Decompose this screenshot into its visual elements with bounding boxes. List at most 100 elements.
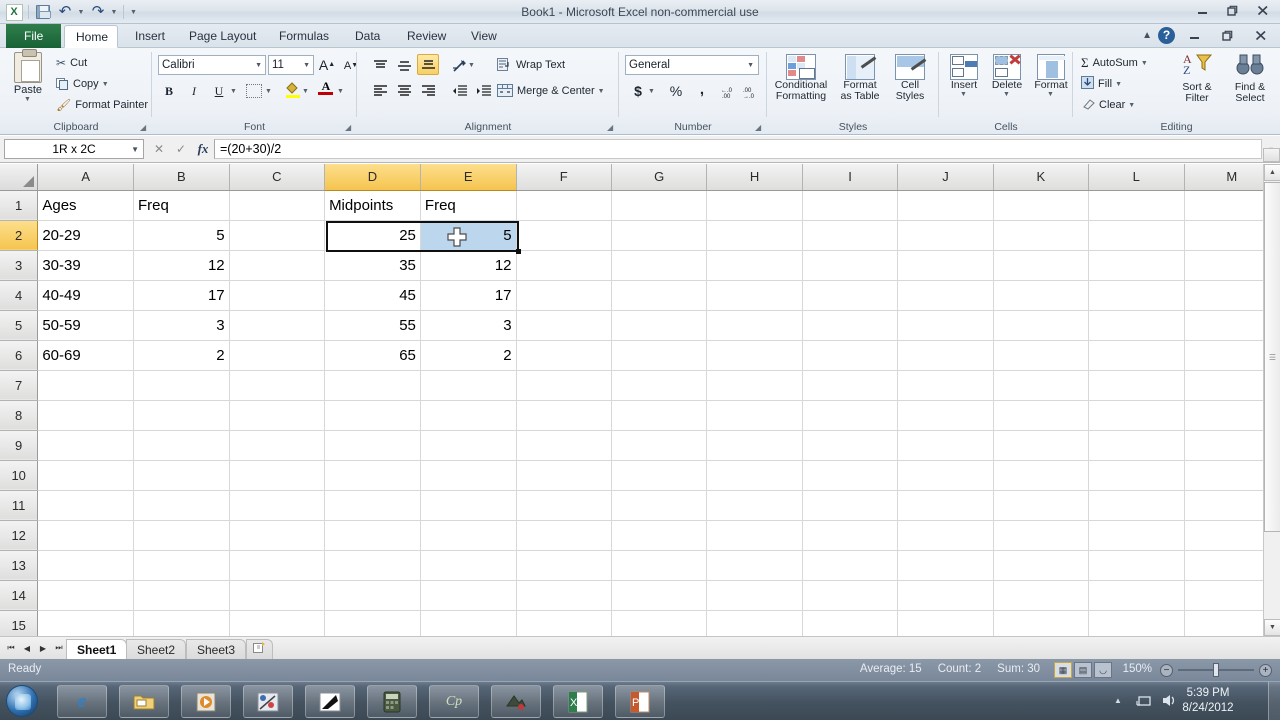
cell-D6[interactable]: 65 bbox=[324, 340, 421, 371]
tab-review[interactable]: Review bbox=[396, 25, 457, 48]
cell-D13[interactable] bbox=[324, 550, 421, 581]
merge-center-button[interactable]: Merge & Center ▼ bbox=[497, 81, 605, 101]
decrease-decimal-icon[interactable]: .00 →.0 bbox=[741, 81, 763, 102]
cell-C5[interactable] bbox=[229, 310, 326, 341]
cell-H14[interactable] bbox=[706, 580, 803, 611]
italic-button[interactable]: I bbox=[183, 81, 205, 102]
select-all-corner[interactable] bbox=[0, 164, 39, 191]
cell-C1[interactable] bbox=[229, 190, 326, 221]
cell-F11[interactable] bbox=[516, 490, 612, 521]
cell-K12[interactable] bbox=[993, 520, 1090, 551]
decrease-indent-icon[interactable] bbox=[449, 80, 471, 101]
taskbar-item-windows-explorer[interactable] bbox=[119, 685, 169, 718]
cell-K1[interactable] bbox=[993, 190, 1090, 221]
align-center-icon[interactable] bbox=[393, 80, 415, 101]
increase-decimal-icon[interactable]: ←.0.00 bbox=[719, 81, 741, 102]
sheet-tab-sheet1[interactable]: Sheet1 bbox=[66, 639, 128, 660]
cell-B4[interactable]: 17 bbox=[133, 280, 230, 311]
cell-F15[interactable] bbox=[516, 610, 612, 636]
insert-function-icon[interactable]: fx bbox=[192, 139, 214, 159]
currency-dropdown-icon[interactable]: ▼ bbox=[648, 88, 655, 95]
cell-H15[interactable] bbox=[706, 610, 803, 636]
clear-dropdown-icon[interactable]: ▼ bbox=[1128, 102, 1135, 109]
cell-D2[interactable]: 25 bbox=[324, 220, 421, 251]
fill-button[interactable]: Fill ▼ bbox=[1081, 74, 1122, 94]
cell-J7[interactable] bbox=[897, 370, 994, 401]
cell-K7[interactable] bbox=[993, 370, 1090, 401]
column-header-L[interactable]: L bbox=[1088, 164, 1185, 191]
cell-H4[interactable] bbox=[706, 280, 803, 311]
cell-K6[interactable] bbox=[993, 340, 1090, 371]
nav-first-sheet-icon[interactable]: ⏮ bbox=[4, 640, 18, 656]
cell-G11[interactable] bbox=[611, 490, 708, 521]
collapse-ribbon-icon[interactable]: ▲ bbox=[1142, 30, 1152, 41]
show-hidden-icons-icon[interactable]: ▲ bbox=[1114, 696, 1122, 705]
enter-icon[interactable]: ✓ bbox=[170, 139, 192, 159]
cell-E7[interactable] bbox=[420, 370, 517, 401]
cell-A14[interactable] bbox=[37, 580, 135, 611]
cell-G10[interactable] bbox=[611, 460, 708, 491]
number-format-dropdown-icon[interactable]: ▼ bbox=[747, 62, 754, 69]
format-cells-button[interactable]: Format ▼ bbox=[1029, 52, 1073, 98]
row-header-1[interactable]: 1 bbox=[0, 190, 39, 221]
cell-G13[interactable] bbox=[611, 550, 708, 581]
cell-B5[interactable]: 3 bbox=[133, 310, 230, 341]
cell-D14[interactable] bbox=[324, 580, 421, 611]
cell-I7[interactable] bbox=[802, 370, 899, 401]
merge-center-dropdown-icon[interactable]: ▼ bbox=[598, 88, 605, 95]
bold-button[interactable]: B bbox=[158, 81, 180, 102]
cell-B6[interactable]: 2 bbox=[133, 340, 230, 371]
cell-B7[interactable] bbox=[133, 370, 230, 401]
cell-C4[interactable] bbox=[229, 280, 326, 311]
cell-A3[interactable]: 30-39 bbox=[37, 250, 135, 281]
cell-L13[interactable] bbox=[1088, 550, 1185, 581]
align-top-icon[interactable] bbox=[369, 55, 391, 76]
cell-J8[interactable] bbox=[897, 400, 994, 431]
cell-K9[interactable] bbox=[993, 430, 1090, 461]
cell-D9[interactable] bbox=[324, 430, 421, 461]
cell-L10[interactable] bbox=[1088, 460, 1185, 491]
cell-E10[interactable] bbox=[420, 460, 517, 491]
cell-L6[interactable] bbox=[1088, 340, 1185, 371]
row-header-13[interactable]: 13 bbox=[0, 550, 39, 581]
cell-K2[interactable] bbox=[993, 220, 1090, 251]
cell-J3[interactable] bbox=[897, 250, 994, 281]
cancel-icon[interactable]: ✕ bbox=[148, 139, 170, 159]
cell-J15[interactable] bbox=[897, 610, 994, 636]
cell-C3[interactable] bbox=[229, 250, 326, 281]
paste-dropdown-icon[interactable]: ▼ bbox=[5, 96, 50, 103]
currency-button[interactable]: $ bbox=[627, 80, 649, 101]
scroll-down-button[interactable]: ▼ bbox=[1264, 619, 1280, 636]
cell-C7[interactable] bbox=[229, 370, 326, 401]
name-box[interactable]: 1R x 2C ▼ bbox=[4, 139, 144, 159]
doc-close-button[interactable] bbox=[1247, 27, 1274, 44]
cell-I11[interactable] bbox=[802, 490, 899, 521]
row-header-3[interactable]: 3 bbox=[0, 250, 39, 281]
cell-D12[interactable] bbox=[324, 520, 421, 551]
format-painter-button[interactable]: 🖌 Format Painter bbox=[56, 95, 148, 115]
cell-F14[interactable] bbox=[516, 580, 612, 611]
cell-A1[interactable]: Ages bbox=[37, 190, 135, 221]
font-size-dropdown-icon[interactable]: ▼ bbox=[303, 62, 310, 69]
nav-next-sheet-icon[interactable]: ▶ bbox=[36, 640, 50, 656]
cell-J6[interactable] bbox=[897, 340, 994, 371]
zoom-in-button[interactable]: + bbox=[1259, 663, 1272, 677]
cell-J11[interactable] bbox=[897, 490, 994, 521]
align-right-icon[interactable] bbox=[417, 80, 439, 101]
font-size-input[interactable]: 11 ▼ bbox=[268, 55, 314, 75]
cell-G8[interactable] bbox=[611, 400, 708, 431]
column-header-A[interactable]: A bbox=[37, 164, 135, 191]
cell-H7[interactable] bbox=[706, 370, 803, 401]
cell-C11[interactable] bbox=[229, 490, 326, 521]
cell-D8[interactable] bbox=[324, 400, 421, 431]
cell-A9[interactable] bbox=[37, 430, 135, 461]
cell-I8[interactable] bbox=[802, 400, 899, 431]
cell-D1[interactable]: Midpoints bbox=[324, 190, 421, 221]
cell-H10[interactable] bbox=[706, 460, 803, 491]
underline-button[interactable]: U bbox=[208, 81, 230, 102]
align-middle-icon[interactable] bbox=[393, 55, 415, 76]
row-header-12[interactable]: 12 bbox=[0, 520, 39, 551]
cell-F2[interactable] bbox=[516, 220, 612, 251]
cell-G7[interactable] bbox=[611, 370, 708, 401]
borders-dropdown-icon[interactable]: ▼ bbox=[265, 88, 272, 95]
